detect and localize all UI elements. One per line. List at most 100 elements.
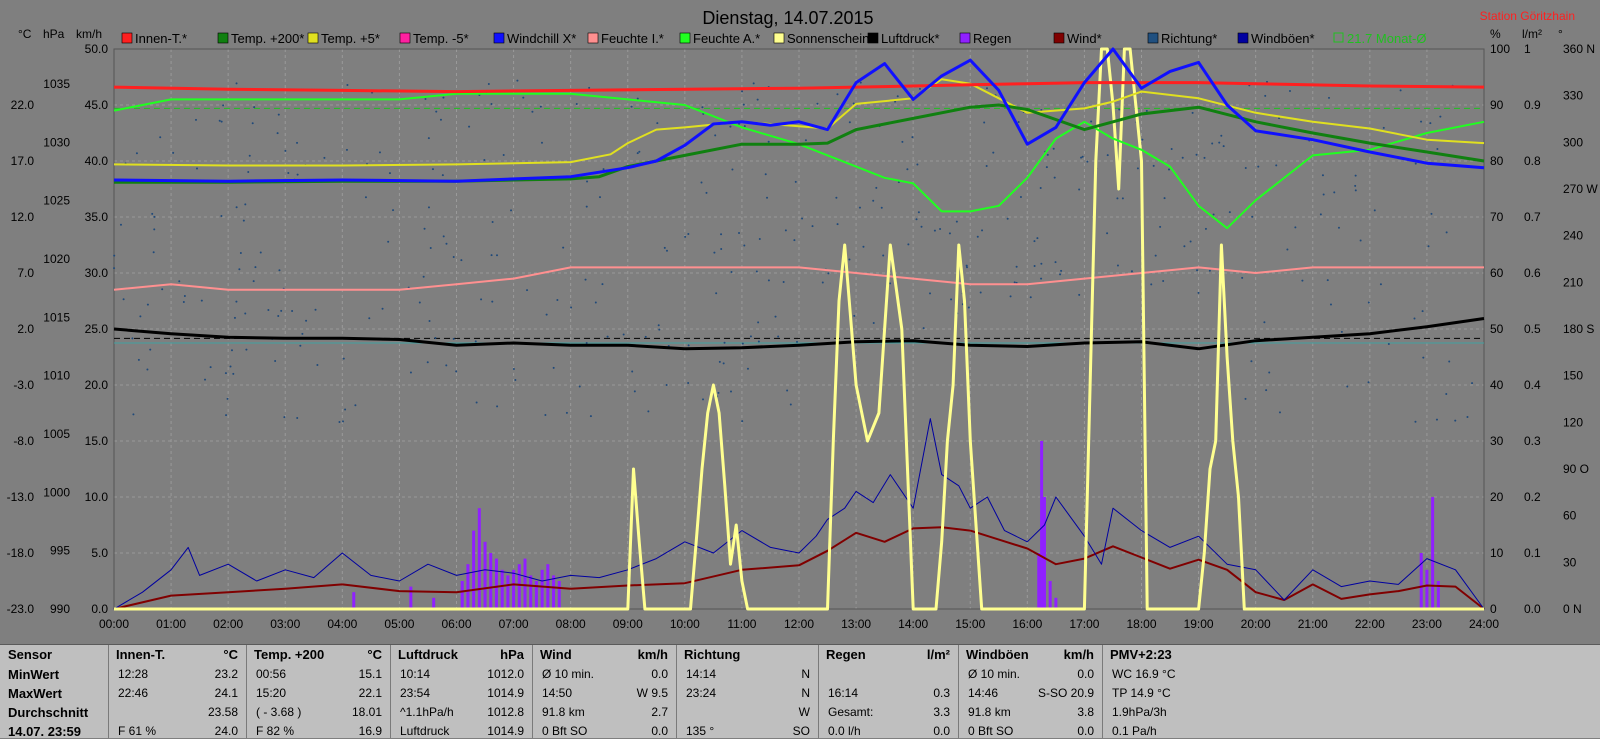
direction-point [880,206,883,209]
dir-tick-label: 120 [1563,415,1583,429]
table-cell-label: 0 Bft SO [968,724,1014,738]
direction-point [1197,291,1200,294]
direction-point [585,342,588,345]
direction-point [1183,245,1186,248]
direction-point [1228,211,1231,214]
press-tick-label: 995 [50,544,70,558]
direction-point [858,206,861,209]
direction-point [758,238,761,241]
table-cell-value: 23.58 [207,705,238,719]
direction-point [985,87,988,90]
direction-point [1141,138,1144,141]
x-tick-label: 17:00 [1069,617,1099,631]
direction-point [512,367,515,370]
direction-point [584,278,587,281]
direction-point [578,385,581,388]
direction-point [939,228,942,231]
direction-point [755,270,758,273]
table-cell-value: 1012.8 [487,705,524,719]
direction-point [1054,261,1057,264]
table-cell-value: 24.0 [214,724,238,738]
direction-point [585,205,588,208]
table-cell-label: 135 ° [686,724,715,738]
direction-point [305,319,308,322]
direction-point [920,225,923,228]
direction-point [409,371,412,374]
rain-bar [1419,553,1423,609]
press-tick-label: 1030 [43,135,70,149]
legend-swatch [399,32,411,44]
direction-point [862,245,865,248]
rain-tick-label: 0.8 [1524,154,1541,168]
table-column: Wind km/h Ø 10 min. 0.0 14:50 W 9.5 91.8 km 2.7… [532,645,677,738]
direction-point [1195,153,1198,156]
direction-point [1413,317,1416,320]
direction-point [1106,154,1109,157]
direction-point [929,292,932,295]
direction-point [1036,237,1039,240]
x-tick-label: 12:00 [784,617,814,631]
rain-bar [1040,441,1044,609]
direction-point [245,348,248,351]
direction-point [965,264,968,267]
direction-point [741,420,744,423]
direction-point [1278,411,1281,414]
direction-point [1294,226,1297,229]
direction-point [1116,197,1119,200]
table-column-header: Windböen [966,647,1029,662]
x-tick-label: 16:00 [1012,617,1042,631]
wind-tick-label: 30.0 [85,266,109,280]
direction-point [545,313,548,316]
legend-swatch [679,32,691,44]
direction-point [429,247,432,250]
direction-point [178,280,181,283]
direction-point [1029,296,1032,299]
direction-point [598,196,601,199]
direction-point [496,254,499,257]
direction-point [233,316,236,319]
direction-point [835,196,838,199]
temp-tick-label: -3.0 [13,378,34,392]
table-cell-label: 91.8 km [542,705,585,719]
table-column-header: Innen-T. [116,647,166,662]
press-tick-label: 1025 [43,194,70,208]
table-cell-value: SO [792,724,810,738]
axis-unit-press: hPa [43,27,65,41]
direction-point [586,180,589,183]
direction-point [1040,277,1043,280]
direction-point [342,420,345,423]
rain-bar [552,575,556,609]
direction-point [1167,168,1170,171]
table-row-label: MaxWert [8,686,62,701]
direction-point [119,223,122,226]
direction-point [859,81,862,84]
direction-point [738,231,741,234]
direction-point [786,389,789,392]
direction-point [915,218,918,221]
direction-point [1275,164,1278,167]
legend-label: Feuchte A.* [693,31,760,46]
table-cell-label: F 61 % [118,724,157,738]
rain-bar [489,553,493,609]
table-cell-label: 0 Bft SO [542,724,588,738]
press-tick-label: 1035 [43,77,70,91]
direction-point [296,416,299,419]
table-column-unit: km/h [637,647,668,662]
direction-point [700,181,703,184]
direction-point [1053,176,1056,179]
rain-bar [517,564,521,609]
wind-tick-label: 50.0 [85,42,109,56]
direction-point [1019,196,1022,199]
table-cell-value: W 9.5 [636,686,668,700]
direction-point [657,324,660,327]
x-tick-label: 18:00 [1126,617,1156,631]
dir-tick-label: 90 O [1563,462,1589,476]
direction-point [418,301,421,304]
direction-point [556,298,559,301]
legend-label: Regen [973,31,1011,46]
direction-point [981,229,984,232]
direction-point [427,137,430,140]
percent-tick-label: 70 [1490,210,1504,224]
table-cell-label: 15:20 [256,686,287,700]
x-tick-label: 08:00 [556,617,586,631]
